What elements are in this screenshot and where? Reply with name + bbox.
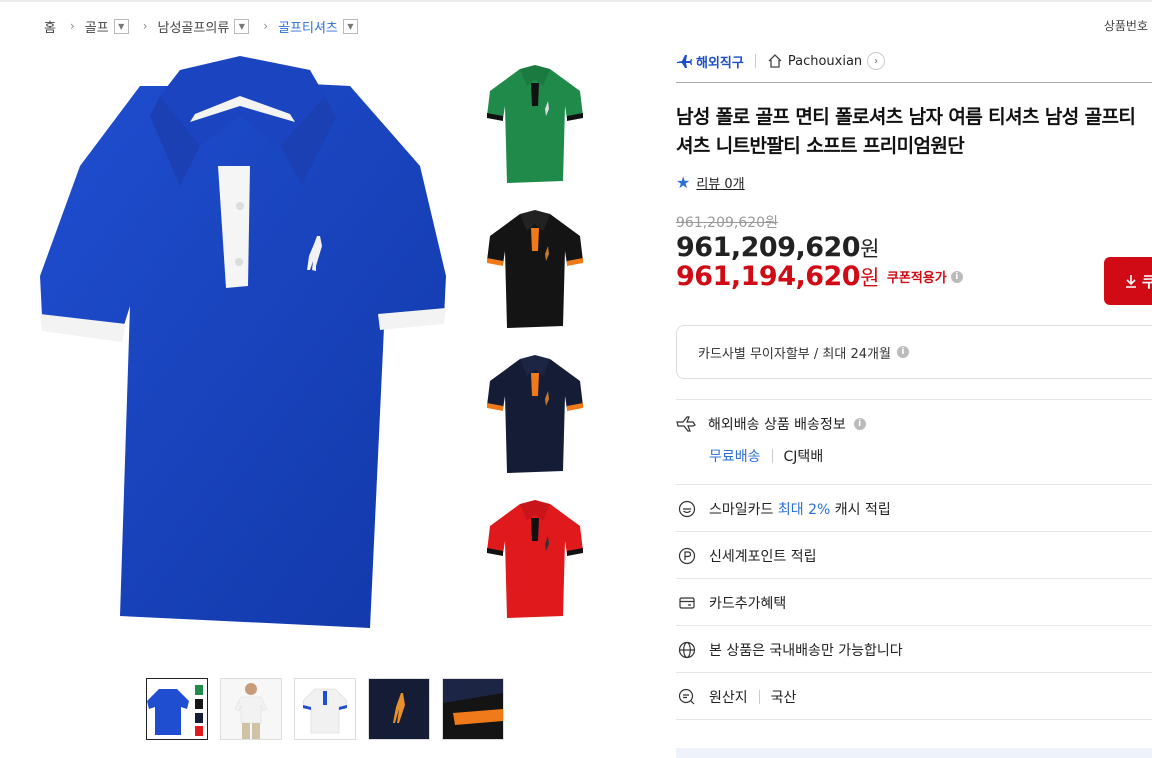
- domestic-shipping-notice: 본 상품은 국내배송만 가능합니다: [676, 640, 1152, 660]
- smile-card-benefit[interactable]: 스마일카드 최대 2% 캐시 적립: [676, 499, 1152, 519]
- overseas-direct-badge[interactable]: 해외직구: [676, 52, 744, 71]
- divider: [758, 690, 760, 704]
- smile-card-suffix: 캐시 적립: [834, 502, 891, 518]
- coupon-button-label[interactable]: 쿠: [1142, 271, 1152, 292]
- carrier-name: CJ택배: [783, 449, 824, 465]
- card-icon: [676, 594, 698, 612]
- info-icon[interactable]: i: [853, 418, 866, 430]
- divider: [676, 399, 1152, 400]
- breadcrumb-label[interactable]: 남성골프의류: [158, 17, 230, 36]
- breadcrumb-label[interactable]: 홈: [44, 17, 56, 36]
- original-price: 961,209,620원: [676, 215, 778, 231]
- divider: [676, 82, 1152, 83]
- overseas-label: 해외직구: [696, 55, 744, 71]
- chevron-right-icon: ›: [69, 19, 75, 33]
- seller-row: 해외직구 Pachouxian ›: [676, 46, 1152, 76]
- point-label: 신세계포인트 적립: [709, 549, 817, 565]
- breadcrumb-golf[interactable]: 골프 ▼ ›: [85, 17, 158, 36]
- coupon-download-button[interactable]: 쿠: [1104, 257, 1152, 305]
- chevron-down-icon[interactable]: ▼: [234, 18, 250, 34]
- breadcrumb-golf-tshirt[interactable]: 골프티셔츠 ▼: [278, 17, 358, 36]
- thumbnail-3[interactable]: [294, 678, 356, 740]
- divider: [676, 719, 1152, 720]
- currency-unit: 원: [860, 266, 879, 290]
- point-icon: [676, 547, 698, 565]
- store-name[interactable]: Pachouxian: [788, 54, 862, 69]
- origin-value: 국산: [770, 690, 797, 706]
- variant-image-navy[interactable]: [480, 346, 590, 481]
- sale-price-amount: 961,209,620: [676, 232, 861, 263]
- sale-price: 961,209,620원: [676, 232, 1152, 263]
- coupon-applied-label: 쿠폰적용가: [886, 271, 947, 286]
- info-icon[interactable]: i: [896, 346, 909, 358]
- free-shipping-label: 무료배송: [709, 449, 761, 465]
- home-icon: [768, 54, 782, 68]
- origin-info: 원산지 국산: [676, 687, 1152, 707]
- currency-unit: 원: [860, 237, 879, 261]
- coupon-price: 961,194,620원: [676, 261, 879, 292]
- thumbnail-1[interactable]: [146, 678, 208, 740]
- chevron-right-icon: ›: [142, 19, 148, 33]
- variant-image-black[interactable]: [480, 201, 590, 336]
- thumbnail-5[interactable]: [442, 678, 504, 740]
- breadcrumb-label[interactable]: 골프: [85, 17, 109, 36]
- installment-label: 카드사별 무이자할부 / 최대 24개월: [698, 346, 891, 362]
- divider: [771, 449, 773, 463]
- shinsegae-point-benefit[interactable]: 신세계포인트 적립: [676, 546, 1152, 566]
- review-count[interactable]: 리뷰 0개: [696, 173, 744, 192]
- divider: [754, 54, 756, 68]
- thumbnail-2[interactable]: [220, 678, 282, 740]
- bottom-banner: [676, 748, 1152, 758]
- breadcrumb-label[interactable]: 골프티셔츠: [278, 17, 338, 36]
- thumbnail-4[interactable]: [368, 678, 430, 740]
- origin-label: 원산지: [709, 690, 748, 706]
- smile-card-icon: [676, 500, 698, 518]
- review-link[interactable]: ★ 리뷰 0개: [676, 173, 1152, 192]
- color-variant-list: [480, 56, 590, 636]
- breadcrumb: 홈 › 골프 ▼ › 남성골프의류 ▼ › 골프티셔츠 ▼: [44, 16, 358, 36]
- product-number-label: 상품번호: [1103, 19, 1148, 33]
- airplane-icon: [677, 55, 692, 68]
- star-icon: ★: [676, 173, 691, 192]
- seller-store-link[interactable]: Pachouxian ›: [767, 52, 886, 70]
- card-benefit-label: 카드추가혜택: [709, 596, 787, 612]
- shipping-title-row: 해외배송 상품 배송정보 i: [676, 414, 1152, 434]
- divider: [676, 672, 1152, 673]
- domestic-label: 본 상품은 국내배송만 가능합니다: [709, 643, 903, 659]
- top-border: [0, 0, 1152, 2]
- installment-info[interactable]: 카드사별 무이자할부 / 최대 24개월 i: [676, 325, 1152, 379]
- coupon-price-row: 961,194,620원 쿠폰적용가 i: [676, 261, 1152, 292]
- thumbnail-strip: [146, 678, 516, 740]
- main-product-image[interactable]: [40, 56, 446, 630]
- breadcrumb-home[interactable]: 홈 ›: [44, 17, 85, 36]
- shipping-detail-row: 무료배송 CJ택배: [709, 446, 1152, 466]
- shipping-title: 해외배송 상품 배송정보: [708, 417, 846, 433]
- globe-icon: [676, 641, 698, 659]
- divider: [676, 625, 1152, 626]
- download-icon: [1126, 275, 1136, 288]
- variant-image-red[interactable]: [480, 491, 590, 626]
- variant-image-green[interactable]: [480, 56, 590, 191]
- ship-icon: [676, 416, 696, 432]
- breadcrumb-mens-golf-wear[interactable]: 남성골프의류 ▼ ›: [158, 17, 279, 36]
- divider: [676, 578, 1152, 579]
- chevron-right-icon[interactable]: ›: [867, 52, 886, 70]
- product-title: 남성 폴로 골프 면티 폴로셔츠 남자 여름 티셔츠 남성 골프티셔츠 니트반팔…: [676, 106, 1136, 157]
- smile-card-rate: 최대 2%: [777, 502, 831, 518]
- chevron-right-icon: ›: [263, 19, 269, 33]
- coupon-price-amount: 961,194,620: [676, 261, 861, 292]
- info-icon[interactable]: i: [950, 270, 963, 283]
- divider: [676, 484, 1152, 485]
- smile-card-label: 스마일카드: [709, 502, 774, 518]
- origin-icon: [676, 688, 698, 706]
- card-benefit[interactable]: 카드추가혜택: [676, 593, 1152, 613]
- divider: [676, 531, 1152, 532]
- chevron-down-icon[interactable]: ▼: [113, 18, 129, 34]
- product-info-panel: 해외직구 Pachouxian › 남성 폴로 골프 면티 폴로셔츠 남자 여름…: [676, 46, 1152, 292]
- chevron-down-icon[interactable]: ▼: [342, 18, 358, 34]
- shipping-info: 해외배송 상품 배송정보 i 무료배송 CJ택배: [676, 414, 1152, 466]
